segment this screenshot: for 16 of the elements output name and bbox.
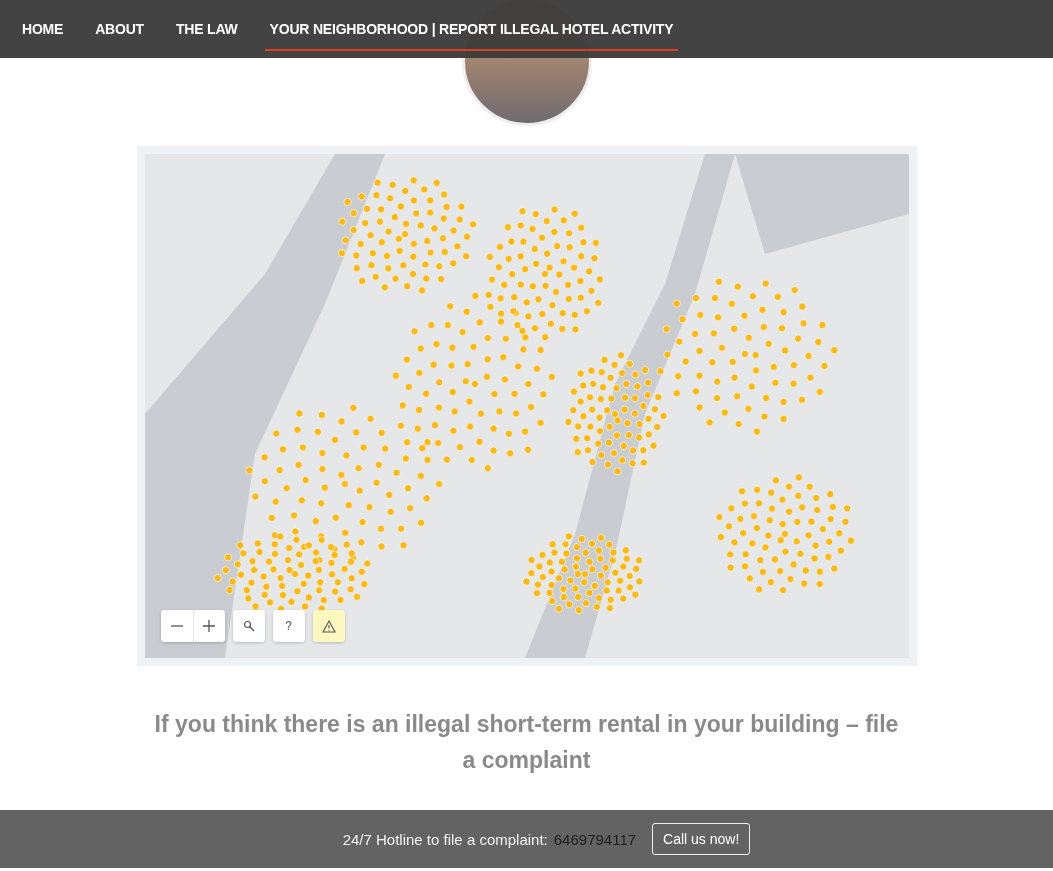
- phone-number: 6469794117: [553, 830, 637, 848]
- nav-link[interactable]: THE LAW: [171, 7, 243, 51]
- zoom-in-button[interactable]: [192, 610, 225, 642]
- search-icon: [242, 620, 255, 632]
- call-button[interactable]: Call us now!: [652, 823, 751, 855]
- hotline-text: 24/7 Hotline to file a complaint:: [342, 830, 548, 848]
- plus-icon: [202, 619, 216, 633]
- complaint-heading: If you think there is an illegal short-term rental in your building – file a complaint: [153, 710, 900, 775]
- warning-icon: [321, 619, 336, 633]
- nav-link[interactable]: ABOUT: [90, 7, 149, 51]
- warning-button[interactable]: [312, 610, 345, 642]
- search-button[interactable]: [232, 610, 265, 642]
- help-button[interactable]: ?: [272, 610, 305, 642]
- nav-link[interactable]: YOUR NEIGHBORHOOD | REPORT ILLEGAL HOTEL ACTIVITY: [264, 7, 679, 51]
- nav-link[interactable]: HOME: [17, 7, 69, 51]
- zoom-out-button[interactable]: [160, 610, 193, 642]
